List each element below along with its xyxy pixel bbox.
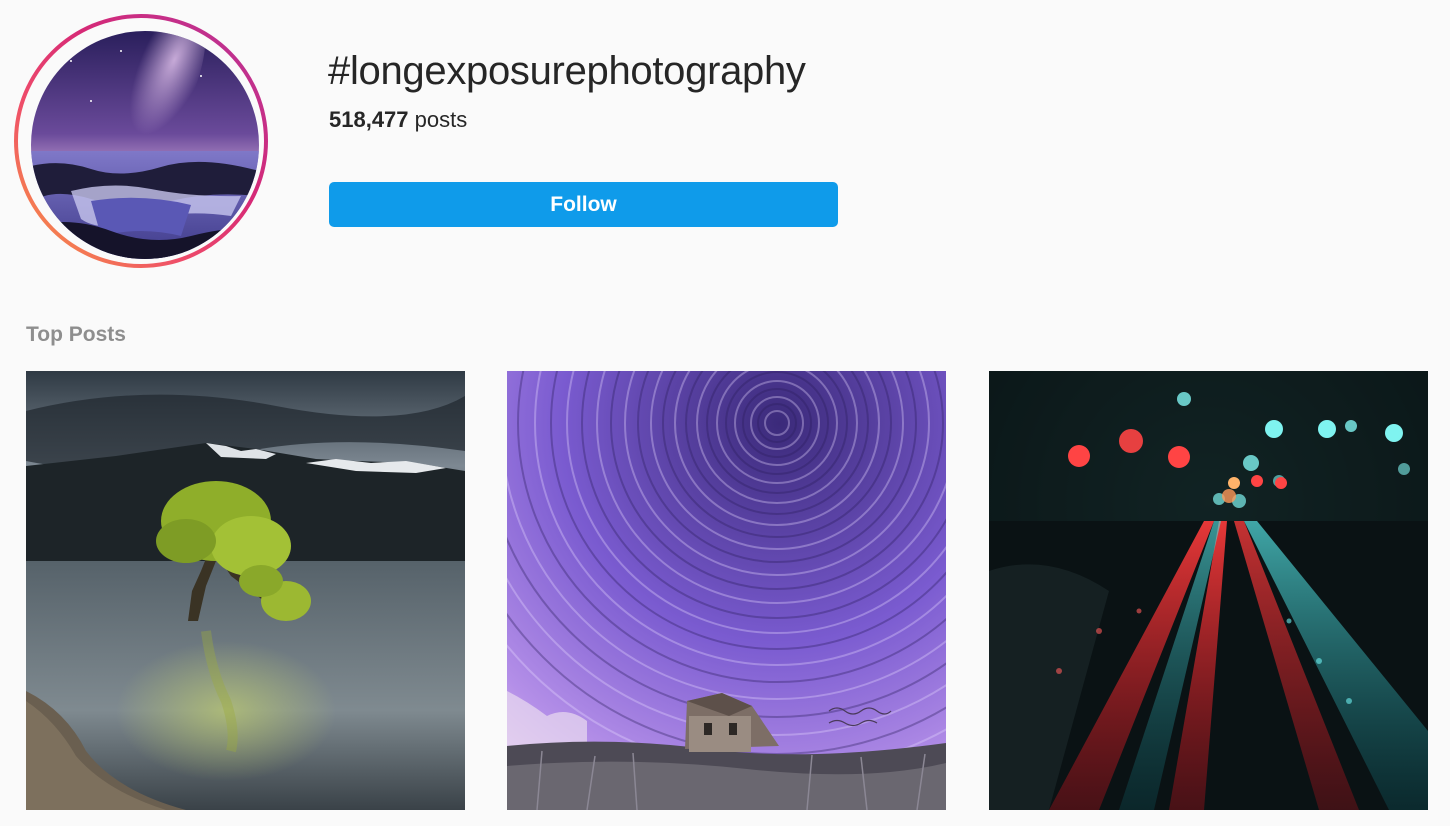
avatar-ring-gap: [18, 18, 264, 264]
top-post-tile[interactable]: [989, 371, 1428, 810]
post-count: 518,477 posts: [329, 106, 467, 134]
milky-way-seascape-image: [31, 31, 259, 259]
hashtag-avatar-ring[interactable]: [14, 14, 268, 268]
top-post-tile[interactable]: [26, 371, 465, 810]
post-count-label: posts: [414, 107, 468, 132]
follow-button[interactable]: Follow: [329, 182, 838, 227]
top-posts-heading: Top Posts: [26, 323, 126, 346]
hashtag-title: #longexposurephotography: [328, 49, 806, 93]
top-post-tile[interactable]: [507, 371, 946, 810]
hashtag-avatar: [31, 31, 259, 259]
post-image-city-night-street: [989, 371, 1428, 810]
post-image-star-trails: [507, 371, 946, 810]
hashtag-page: #longexposurephotography 518,477 posts F…: [0, 0, 1450, 826]
post-count-number: 518,477: [329, 107, 409, 132]
post-image-lone-tree: [26, 371, 465, 810]
